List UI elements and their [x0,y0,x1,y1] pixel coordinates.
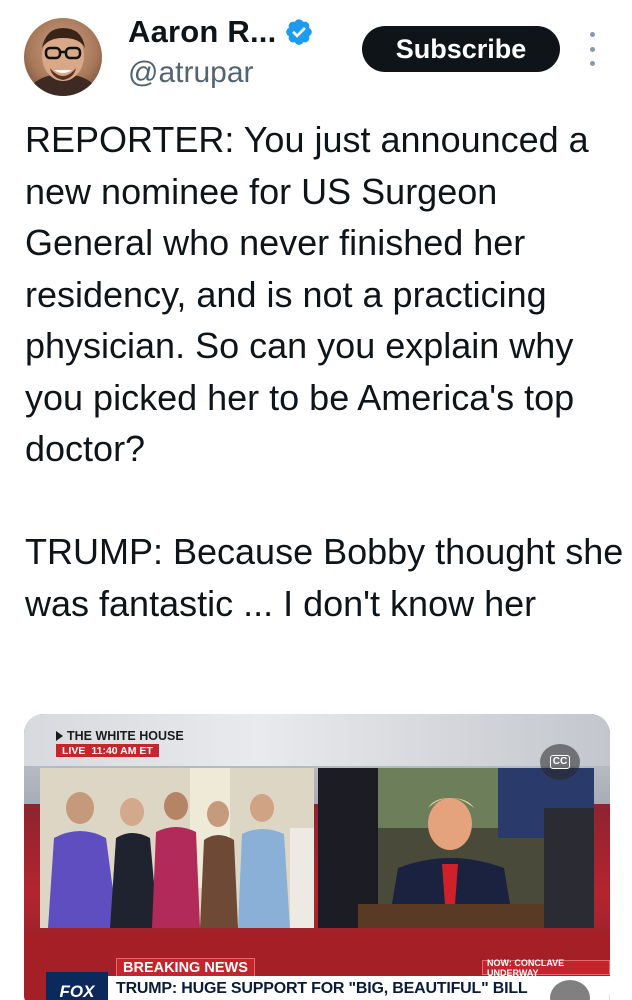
author-avatar[interactable] [24,18,102,96]
video-left-panel [40,768,314,928]
verified-badge-icon[interactable] [284,17,314,47]
author-handle[interactable]: @atrupar [128,56,254,90]
video-player[interactable]: THE WHITE HOUSE LIVE 11:40 AM ET CC BREA… [24,714,610,1000]
live-bar: LIVE 11:40 AM ET [56,744,159,757]
captions-button[interactable]: CC [540,744,580,780]
author-name-row: Aaron R... [128,14,314,50]
network-logo: FOX [46,972,108,1000]
location-text: THE WHITE HOUSE [67,729,184,743]
location-label: THE WHITE HOUSE [56,729,184,743]
news-word: NEWS [204,959,248,976]
live-time: 11:40 AM ET [91,744,153,757]
person-avatar-icon [27,28,99,96]
subscribe-button[interactable]: Subscribe [362,26,560,72]
video-right-panel [318,768,594,928]
tweet-text: REPORTER: You just announced a new nomin… [25,114,625,629]
more-dot [589,32,595,37]
tweet-paragraph: TRUMP: Because Bobby thought she was fan… [25,531,624,624]
author-display-name[interactable]: Aaron R... [128,14,276,50]
press-crowd-image [40,768,314,928]
breaking-news-label: BREAKING NEWS [116,958,255,977]
more-dot [589,61,595,66]
tweet-paragraph: REPORTER: You just announced a new nomin… [25,119,589,469]
oval-office-image [318,768,594,928]
live-label: LIVE [62,744,86,757]
tweet-page: Aaron R... @atrupar Subscribe REPORTER: … [0,0,632,1000]
breaking-word: BREAKING [123,959,201,976]
more-dot [589,46,595,52]
chyron-headline: TRUMP: HUGE SUPPORT FOR "BIG, BEAUTIFUL"… [116,980,528,997]
play-triangle-icon [56,731,63,741]
more-vertical-icon[interactable] [582,32,602,66]
now-label: NOW: CONCLAVE UNDERWAY [482,958,610,978]
cc-icon: CC [549,755,571,769]
